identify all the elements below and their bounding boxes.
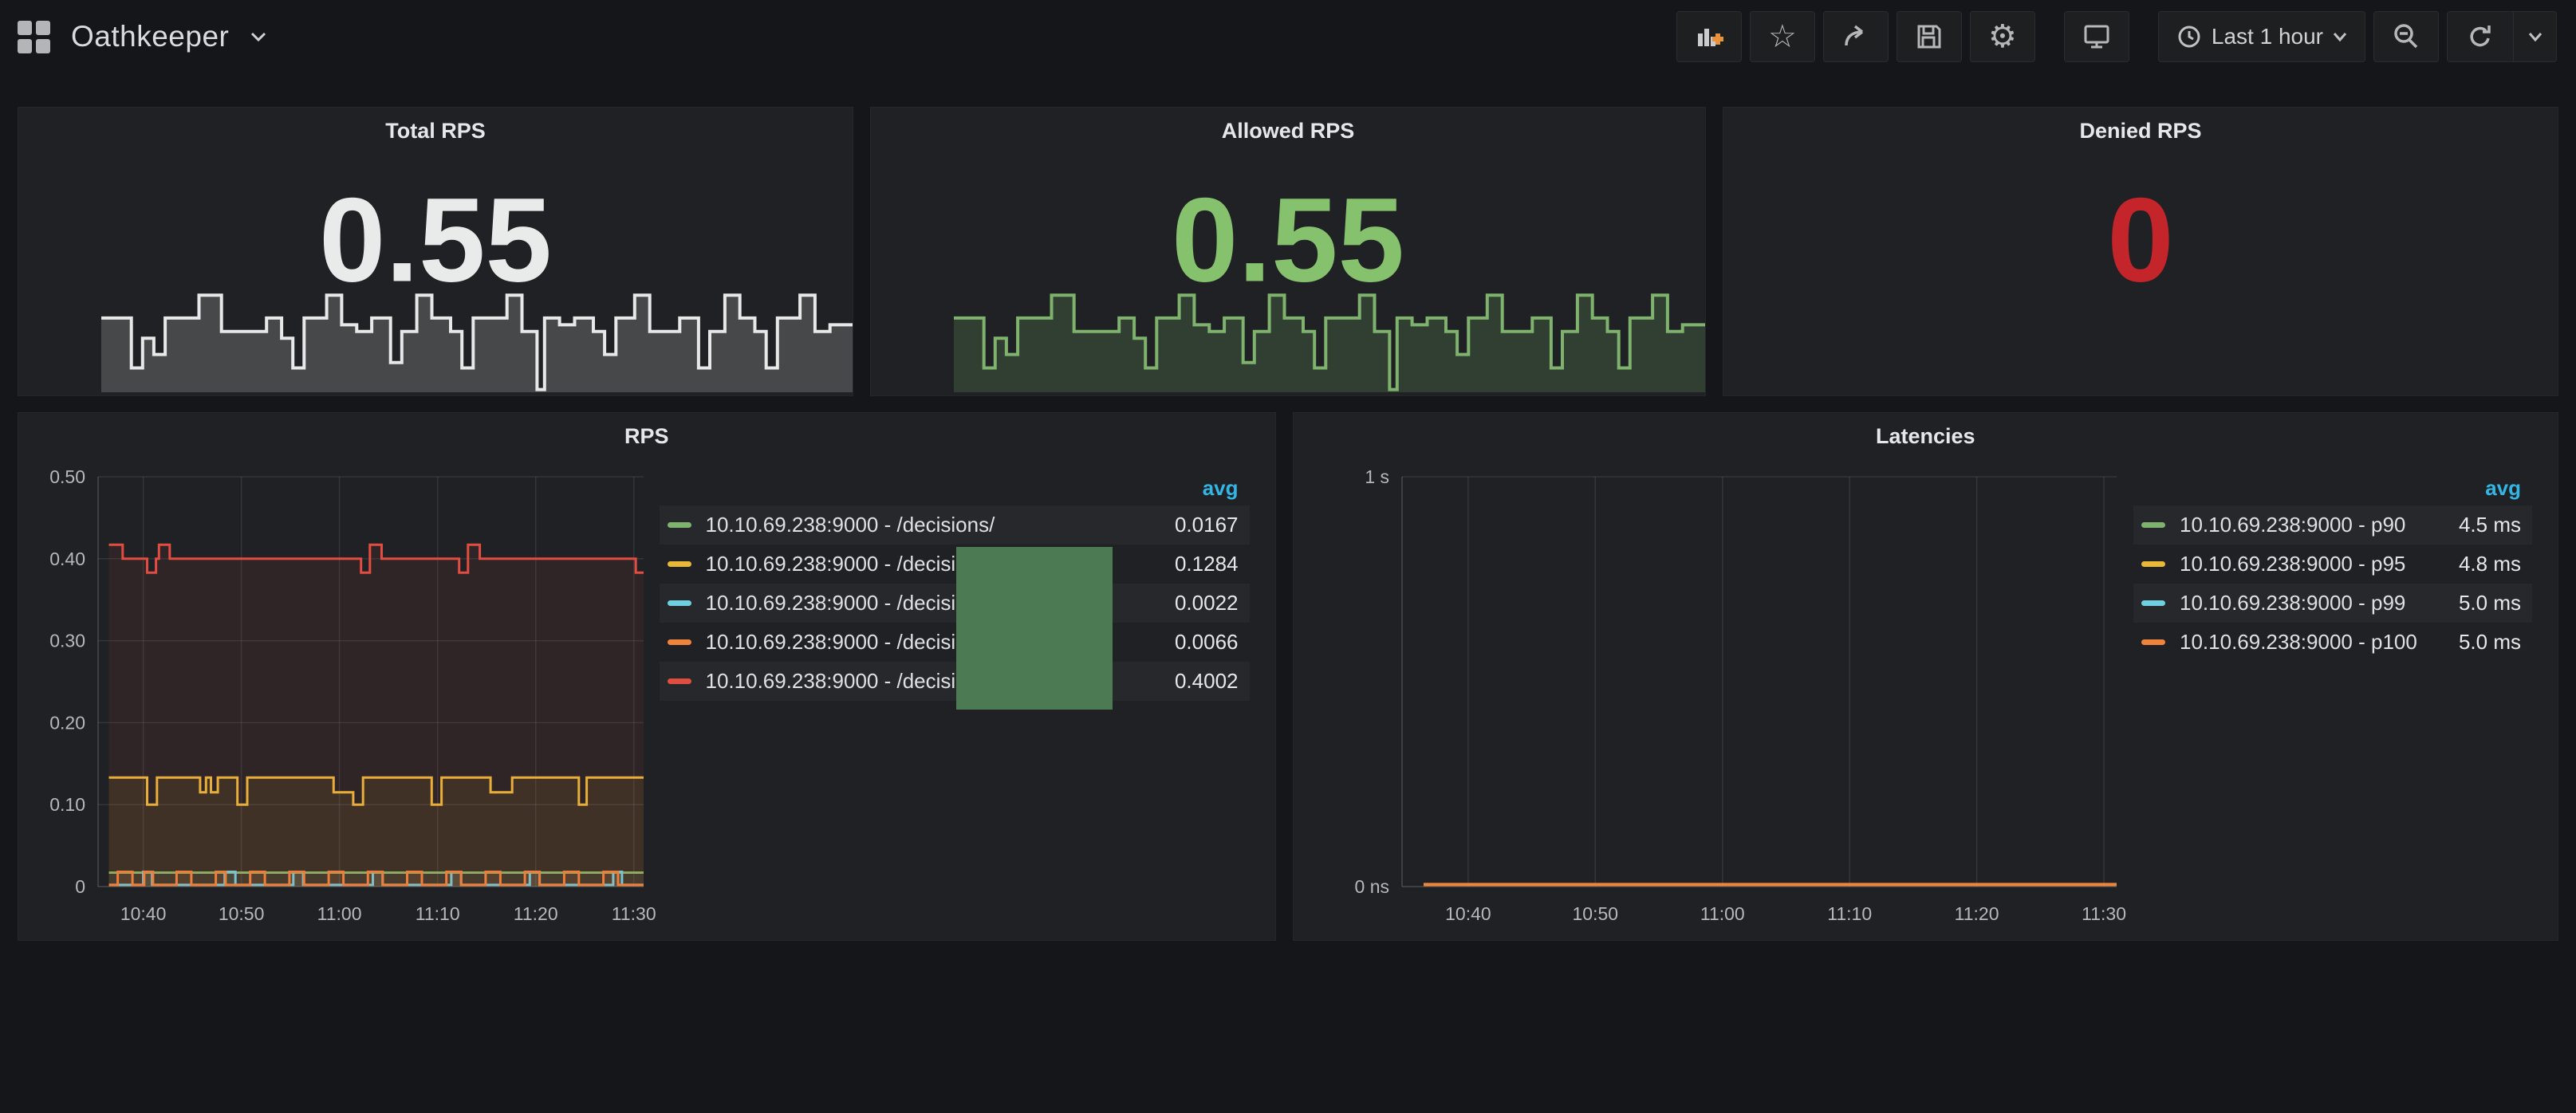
refresh-button[interactable] (2448, 12, 2513, 61)
star-icon: ☆ (1768, 21, 1797, 53)
panel-total-rps: Total RPS 0.55 (18, 107, 853, 396)
refresh-interval-dropdown[interactable] (2513, 12, 2556, 61)
time-range-label: Last 1 hour (2212, 24, 2323, 49)
series-color-dash (668, 561, 691, 567)
panel-title[interactable]: Allowed RPS (871, 119, 1705, 144)
svg-text:10:50: 10:50 (219, 903, 265, 924)
series-color-dash (668, 639, 691, 645)
svg-text:11:30: 11:30 (2082, 903, 2126, 924)
stat-value: 0.55 (18, 171, 853, 309)
share-icon (1841, 22, 1871, 52)
star-button[interactable]: ☆ (1750, 11, 1815, 62)
legend-row[interactable]: 10.10.69.238:9000 - p90 4.5 ms (2133, 505, 2532, 545)
zoom-out-button[interactable] (2373, 11, 2439, 62)
panel-title[interactable]: RPS (18, 424, 1275, 449)
clock-icon (2176, 24, 2202, 49)
refresh-icon (2465, 22, 2495, 52)
svg-text:11:00: 11:00 (1700, 903, 1744, 924)
green-overlay-artifact (956, 547, 1113, 710)
svg-text:10:50: 10:50 (1572, 903, 1618, 924)
legend-row[interactable]: 10.10.69.238:9000 - /decisions/ 0.1284 (660, 545, 1250, 584)
settings-button[interactable]: ⚙ (1970, 11, 2035, 62)
svg-text:0.10: 0.10 (49, 794, 85, 815)
series-color-dash (2141, 639, 2165, 645)
add-panel-button[interactable] (1676, 11, 1742, 62)
series-color-dash (668, 600, 691, 606)
svg-text:0: 0 (75, 876, 85, 897)
svg-text:0.30: 0.30 (49, 631, 85, 651)
panel-rps: RPS 10:40 10:50 11:00 11:10 11:20 11:30 0 0.10 0… (18, 412, 1276, 941)
panel-latencies: Latencies 10:40 10:50 11:00 11:10 11:20 11:30… (1293, 412, 2559, 941)
svg-text:10:40: 10:40 (120, 903, 167, 924)
svg-text:11:10: 11:10 (416, 903, 460, 924)
dashboards-grid-icon[interactable] (18, 21, 50, 53)
legend-row[interactable]: 10.10.69.238:9000 - p100 5.0 ms (2133, 623, 2532, 662)
panel-allowed-rps: Allowed RPS 0.55 (870, 107, 1706, 396)
svg-text:11:20: 11:20 (514, 903, 558, 924)
time-range-picker[interactable]: Last 1 hour (2158, 11, 2365, 62)
cycle-view-button[interactable] (2064, 11, 2129, 62)
panel-title[interactable]: Total RPS (18, 119, 853, 144)
gear-icon: ⚙ (1988, 21, 2017, 53)
svg-text:11:10: 11:10 (1827, 903, 1872, 924)
refresh-split-button (2447, 11, 2557, 62)
chevron-down-icon[interactable] (250, 31, 267, 42)
legend-row[interactable]: 10.10.69.238:9000 - /decisions/ 0.0167 (660, 505, 1250, 545)
magnifier-zoom-out-icon (2391, 22, 2421, 52)
legend-row[interactable]: 10.10.69.238:9000 - p99 5.0 ms (2133, 584, 2532, 623)
dashboard-title[interactable]: Oathkeeper (71, 20, 229, 53)
legend-sort-avg[interactable]: avg (1203, 476, 1239, 501)
caret-down-icon (2333, 32, 2347, 41)
svg-text:0 ns: 0 ns (1354, 876, 1388, 897)
latencies-chart-plot[interactable]: 10:40 10:50 11:00 11:10 11:20 11:30 0 ns 1 s (1300, 456, 2129, 934)
caret-down-icon (2528, 32, 2543, 41)
svg-text:1 s: 1 s (1365, 466, 1389, 487)
svg-text:11:20: 11:20 (1954, 903, 1999, 924)
series-color-dash (668, 678, 691, 684)
svg-text:11:30: 11:30 (612, 903, 656, 924)
rps-chart-plot[interactable]: 10:40 10:50 11:00 11:10 11:20 11:30 0 0.10 0.20 0… (25, 456, 656, 934)
legend-sort-avg[interactable]: avg (2485, 476, 2521, 501)
navbar: Oathkeeper ☆ ⚙ (0, 0, 2576, 73)
legend-row[interactable]: 10.10.69.238:9000 - /decisions/ 0.0066 (660, 623, 1250, 662)
series-color-dash (668, 522, 691, 528)
svg-text:0.40: 0.40 (49, 549, 85, 569)
stat-value: 0 (1723, 171, 2558, 309)
panel-title[interactable]: Denied RPS (1723, 119, 2558, 144)
svg-text:11:00: 11:00 (317, 903, 362, 924)
rps-legend: avg 10.10.69.238:9000 - /decisions/ 0.01… (660, 470, 1250, 701)
legend-row[interactable]: 10.10.69.238:9000 - /decisions/ 0.4002 (660, 662, 1250, 701)
series-color-dash (2141, 600, 2165, 606)
stat-value: 0.55 (871, 171, 1705, 309)
share-button[interactable] (1823, 11, 1889, 62)
legend-row[interactable]: 10.10.69.238:9000 - /decisions/ 0.0022 (660, 584, 1250, 623)
legend-row[interactable]: 10.10.69.238:9000 - p95 4.8 ms (2133, 545, 2532, 584)
series-color-dash (2141, 561, 2165, 567)
svg-text:10:40: 10:40 (1445, 903, 1491, 924)
svg-text:0.50: 0.50 (49, 466, 85, 487)
save-button[interactable] (1897, 11, 1962, 62)
save-icon (1914, 22, 1944, 52)
svg-text:0.20: 0.20 (49, 712, 85, 733)
bar-chart-add-icon (1693, 21, 1725, 53)
monitor-icon (2081, 21, 2113, 53)
panel-denied-rps: Denied RPS 0 (1723, 107, 2558, 396)
latencies-legend: avg 10.10.69.238:9000 - p90 4.5 ms 10.10… (2133, 470, 2532, 662)
series-color-dash (2141, 522, 2165, 528)
panel-title[interactable]: Latencies (1294, 424, 2558, 449)
